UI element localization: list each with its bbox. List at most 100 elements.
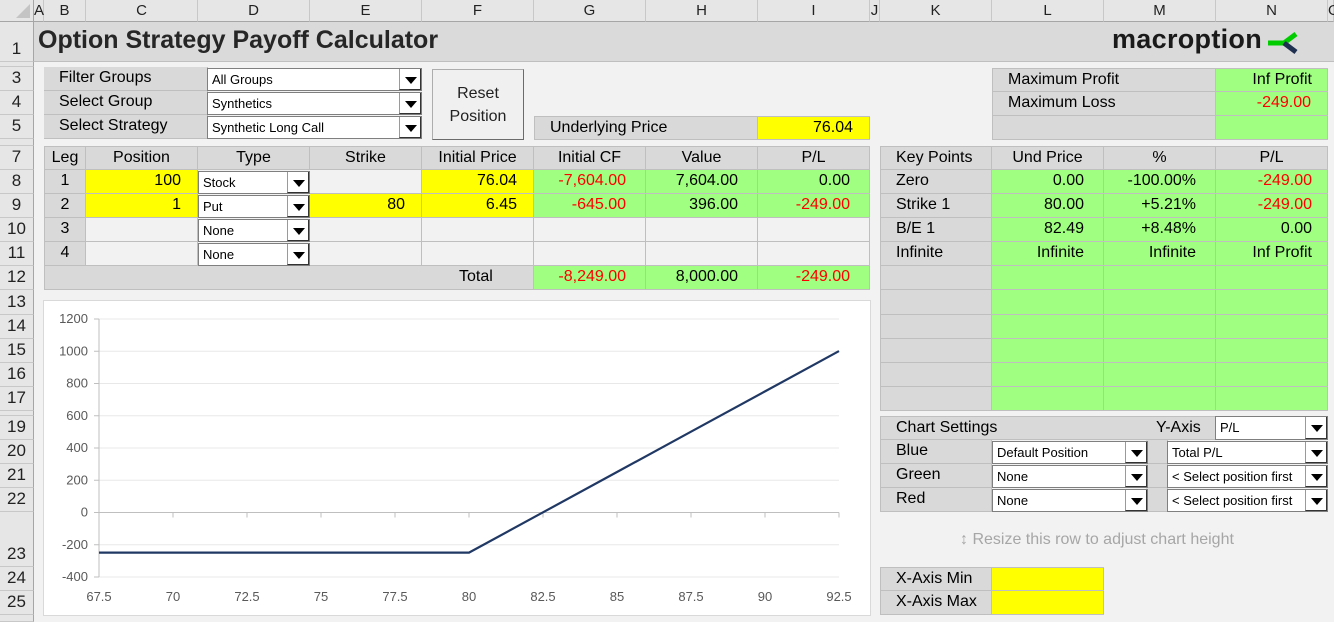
row-header[interactable]: 10 xyxy=(0,218,34,242)
type-dropdown[interactable]: None xyxy=(198,219,310,242)
row-header[interactable]: 13 xyxy=(0,290,34,315)
payoff-chart[interactable]: 1200 1000 800 600 400 200 0 -200 -400 67.5 70 72.5 7… xyxy=(43,300,871,616)
row-header[interactable]: 24 xyxy=(0,567,34,591)
select-strategy-dropdown[interactable]: Synthetic Long Call xyxy=(207,116,422,139)
key-point-pl: -249.00 xyxy=(1216,194,1328,218)
column-header[interactable]: G xyxy=(534,0,646,22)
position-input[interactable]: 1 xyxy=(86,194,198,218)
row-header[interactable]: 22 xyxy=(0,488,34,512)
series-position-dropdown[interactable]: None xyxy=(992,465,1148,488)
key-point-name xyxy=(880,315,992,339)
row-header[interactable]: 5 xyxy=(0,115,34,139)
column-header[interactable]: L xyxy=(992,0,1104,22)
chevron-down-icon[interactable] xyxy=(399,93,421,114)
row-header[interactable]: 25 xyxy=(0,591,34,615)
chevron-down-icon[interactable] xyxy=(1305,442,1327,463)
select-all-corner[interactable] xyxy=(0,0,34,22)
initial-price-input[interactable]: 6.45 xyxy=(422,194,534,218)
row-header[interactable]: 14 xyxy=(0,315,34,339)
chevron-down-icon[interactable] xyxy=(287,172,309,193)
type-dropdown[interactable]: Stock xyxy=(198,171,310,194)
row-header[interactable]: 9 xyxy=(0,194,34,218)
row-header[interactable]: 7 xyxy=(0,146,34,170)
key-point-pct xyxy=(1104,266,1216,290)
column-header[interactable]: D xyxy=(198,0,310,22)
x-tick-label: 80 xyxy=(462,589,476,604)
x-axis-max-label: X-Axis Max xyxy=(880,591,992,615)
type-dropdown[interactable]: Put xyxy=(198,195,310,218)
chevron-down-icon[interactable] xyxy=(287,244,309,265)
x-axis-max-input[interactable] xyxy=(992,591,1104,615)
strike-input[interactable]: 80 xyxy=(310,194,422,218)
chevron-down-icon[interactable] xyxy=(1305,417,1327,439)
series-type-dropdown[interactable]: < Select position first xyxy=(1167,489,1328,512)
strike-input[interactable] xyxy=(310,242,422,266)
key-point-und-price xyxy=(992,387,1104,411)
row-header-hidden[interactable] xyxy=(0,139,34,146)
column-header[interactable]: B xyxy=(44,0,86,22)
chevron-down-icon[interactable] xyxy=(287,220,309,241)
row-header[interactable]: 12 xyxy=(0,266,34,290)
value-cell xyxy=(646,242,758,266)
row-header[interactable]: 17 xyxy=(0,387,34,411)
row-header[interactable]: 11 xyxy=(0,242,34,266)
row-header[interactable]: 4 xyxy=(0,91,34,115)
column-header[interactable]: J xyxy=(870,0,880,22)
row-header[interactable]: 16 xyxy=(0,363,34,387)
column-header[interactable]: M xyxy=(1104,0,1216,22)
row-header[interactable]: 20 xyxy=(0,440,34,464)
chevron-down-icon[interactable] xyxy=(1125,466,1147,487)
column-header[interactable]: C xyxy=(86,0,198,22)
row-number: 3 xyxy=(11,68,22,87)
select-group-dropdown[interactable]: Synthetics xyxy=(207,92,422,115)
row-header[interactable]: 3 xyxy=(0,67,34,91)
column-header[interactable]: K xyxy=(880,0,992,22)
strike-input[interactable] xyxy=(310,170,422,194)
row-number: 9 xyxy=(11,195,22,214)
series-type-dropdown[interactable]: < Select position first xyxy=(1167,465,1328,488)
row-header[interactable]: 23 xyxy=(0,512,34,567)
initial-price-input[interactable] xyxy=(422,218,534,242)
row-header[interactable]: 21 xyxy=(0,464,34,488)
y-axis-dropdown[interactable]: P/L xyxy=(1215,416,1328,440)
chevron-down-icon[interactable] xyxy=(1305,490,1327,511)
legs-header-cell: P/L xyxy=(758,146,870,170)
row-header[interactable]: 15 xyxy=(0,339,34,363)
initial-price-input[interactable] xyxy=(422,242,534,266)
row-header[interactable]: 8 xyxy=(0,170,34,194)
key-point-und-price xyxy=(992,266,1104,290)
column-header[interactable]: I xyxy=(758,0,870,22)
underlying-price-input[interactable]: 76.04 xyxy=(758,116,870,140)
chevron-down-icon[interactable] xyxy=(1305,466,1327,487)
row-header[interactable]: 1 xyxy=(0,22,34,62)
y-tick-label: 200 xyxy=(66,472,88,487)
column-header[interactable]: O xyxy=(1328,0,1334,22)
column-header[interactable]: E xyxy=(310,0,422,22)
x-axis-min-input[interactable] xyxy=(992,567,1104,591)
chevron-down-icon[interactable] xyxy=(287,196,309,217)
column-header[interactable]: A xyxy=(34,0,44,22)
position-input[interactable]: 100 xyxy=(86,170,198,194)
column-header[interactable]: N xyxy=(1216,0,1328,22)
key-point-und-price: Infinite xyxy=(992,242,1104,266)
type-dropdown[interactable]: None xyxy=(198,243,310,266)
chevron-down-icon[interactable] xyxy=(1125,442,1147,463)
column-header[interactable]: F xyxy=(422,0,534,22)
row-header[interactable]: 19 xyxy=(0,416,34,440)
series-type-dropdown[interactable]: Total P/L xyxy=(1167,441,1328,464)
position-input[interactable] xyxy=(86,242,198,266)
position-input[interactable] xyxy=(86,218,198,242)
initial-price-input[interactable]: 76.04 xyxy=(422,170,534,194)
reset-position-button[interactable]: Reset Position xyxy=(432,69,524,140)
chevron-down-icon[interactable] xyxy=(399,117,421,138)
chevron-down-icon[interactable] xyxy=(399,69,421,90)
series-position-dropdown[interactable]: None xyxy=(992,489,1148,512)
chevron-down-icon[interactable] xyxy=(1125,490,1147,511)
filter-groups-dropdown[interactable]: All Groups xyxy=(207,68,422,91)
column-header[interactable]: H xyxy=(646,0,758,22)
series-position-dropdown[interactable]: Default Position xyxy=(992,441,1148,464)
strike-input[interactable] xyxy=(310,218,422,242)
title-bar: Option Strategy Payoff Calculator macrop… xyxy=(34,22,1334,62)
row-header-hidden[interactable] xyxy=(0,615,34,622)
max-loss-value: -249.00 xyxy=(1216,92,1328,116)
